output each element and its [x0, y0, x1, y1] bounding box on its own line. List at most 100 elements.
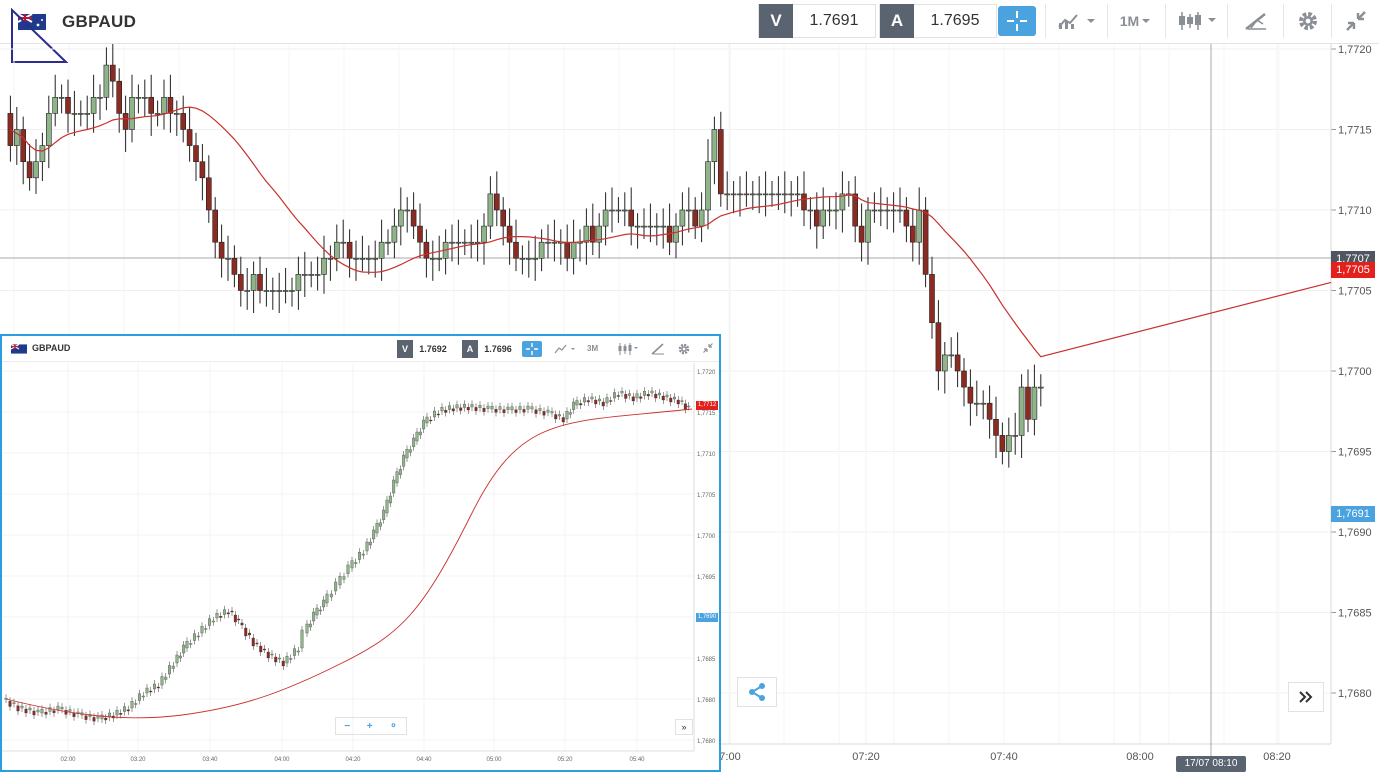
settings-button[interactable]: [1283, 4, 1331, 38]
inset-y-tick-label: 1,7705: [697, 493, 716, 499]
candle-body: [33, 161, 39, 179]
candle-body: [84, 113, 90, 115]
inset-candle-body: [308, 623, 312, 628]
candle-body: [218, 241, 225, 259]
inset-candle-body: [687, 405, 691, 408]
share-button[interactable]: [737, 677, 777, 707]
inset-y-tick-label: 1,7715: [697, 411, 716, 417]
inset-candle-body: [233, 614, 237, 623]
candle-body: [641, 225, 647, 228]
inset-x-tick-label: 04:00: [274, 757, 290, 763]
inset-candle-body: [240, 622, 244, 626]
collapse-button[interactable]: [1331, 4, 1379, 38]
drawing-tools-icon[interactable]: [651, 342, 665, 356]
inset-buy-box[interactable]: A 1.7696: [462, 340, 518, 358]
inset-candle-body: [52, 710, 56, 713]
inset-price-chart[interactable]: 1,7720 1,7715 1,7710 1,7705 1,7700 1,7695 1,76…: [2, 363, 719, 771]
inset-candle-body: [358, 552, 361, 560]
candle-body: [26, 161, 33, 179]
share-icon[interactable]: ⚬: [389, 721, 397, 732]
inset-scroll-latest-button[interactable]: »: [675, 719, 693, 735]
candle-body: [826, 209, 833, 212]
candle-body: [346, 241, 353, 259]
inset-candle-body: [561, 417, 565, 423]
inset-candle-body: [64, 710, 68, 715]
inset-toolbar: GBPAUD V 1.7692 A 1.7696 3M: [2, 336, 719, 362]
inset-candle-body: [598, 398, 601, 402]
inset-candle-body: [526, 405, 530, 410]
inset-candle-body: [415, 431, 419, 442]
candle-body: [410, 209, 417, 227]
candle-body: [186, 129, 193, 146]
inset-candle-body: [226, 612, 230, 615]
inset-sell-box[interactable]: V 1.7692: [397, 340, 453, 358]
inset-candle-body: [609, 400, 613, 402]
inset-candle-body: [255, 642, 259, 645]
inset-candle-body: [392, 479, 396, 494]
inset-candle-body: [635, 393, 639, 399]
candle-body: [762, 193, 769, 196]
candle-body: [116, 80, 122, 114]
candle-body: [673, 225, 679, 243]
candle-body: [820, 209, 827, 227]
candle-body: [506, 225, 513, 243]
gear-icon[interactable]: [677, 342, 691, 356]
candle-body: [1025, 386, 1031, 420]
candle-body: [161, 96, 167, 114]
inset-candle-body: [193, 633, 196, 641]
candle-body: [436, 258, 443, 260]
inset-candle-body: [650, 390, 654, 394]
candle-body: [858, 225, 865, 243]
candle-body: [583, 225, 590, 243]
candle-body: [801, 193, 807, 211]
candle-style-button[interactable]: [1165, 4, 1227, 38]
inset-candle-body: [498, 406, 502, 410]
line-chart-icon[interactable]: [553, 343, 577, 355]
inset-candle-body: [466, 407, 470, 411]
timeframe-button[interactable]: 1M: [1107, 4, 1165, 38]
candle-body: [602, 209, 609, 227]
sell-price-box[interactable]: V 1.7691: [758, 4, 876, 38]
candle-body: [1031, 386, 1038, 420]
candle-body: [321, 258, 327, 275]
scroll-to-latest-button[interactable]: [1288, 682, 1324, 712]
buy-price: 1.7695: [930, 12, 980, 29]
candle-body: [1038, 386, 1044, 389]
candle-body: [45, 113, 52, 146]
crosshair-button[interactable]: [998, 6, 1036, 36]
candle-body: [833, 209, 839, 212]
candle-body: [948, 354, 955, 357]
inset-candle-body: [510, 406, 514, 411]
inset-candle-body: [594, 399, 598, 405]
chart-type-button[interactable]: [1045, 4, 1107, 38]
candle-body: [1012, 435, 1019, 437]
inset-candle-body: [130, 701, 134, 709]
inset-candle-body: [32, 710, 36, 716]
collapse-icon[interactable]: [702, 342, 714, 354]
symbol-title: GBPAUD: [62, 12, 137, 31]
inset-candle-body: [189, 643, 193, 645]
inset-chart-window[interactable]: GBPAUD V 1.7692 A 1.7696 3M 1,7720 1,7715…: [0, 334, 721, 772]
inset-candle-body: [24, 708, 28, 714]
buy-price-box[interactable]: A 1.7695: [879, 4, 997, 38]
inset-crosshair-button[interactable]: [522, 341, 542, 357]
candle-body: [289, 290, 295, 292]
inset-candle-body: [251, 637, 255, 647]
inset-candle-body: [616, 395, 620, 397]
inset-candle-body: [223, 609, 226, 615]
inset-timeframe[interactable]: 3M: [587, 344, 598, 353]
zoom-in-icon[interactable]: +: [367, 721, 373, 732]
candle-body: [884, 209, 891, 212]
candle-body: [250, 274, 257, 291]
inset-y-tick-label: 1,7685: [697, 657, 716, 663]
drawing-tools-button[interactable]: [1227, 4, 1283, 38]
zoom-out-icon[interactable]: −: [344, 721, 350, 732]
candle-body: [781, 193, 788, 196]
inset-moving-average-line: [5, 408, 693, 719]
inset-candle-body: [459, 407, 463, 411]
candle-body: [461, 241, 468, 244]
candle-body: [634, 225, 641, 228]
gear-icon: [1298, 12, 1317, 30]
candlestick-icon[interactable]: [616, 342, 640, 356]
inset-candle-body: [160, 676, 164, 686]
